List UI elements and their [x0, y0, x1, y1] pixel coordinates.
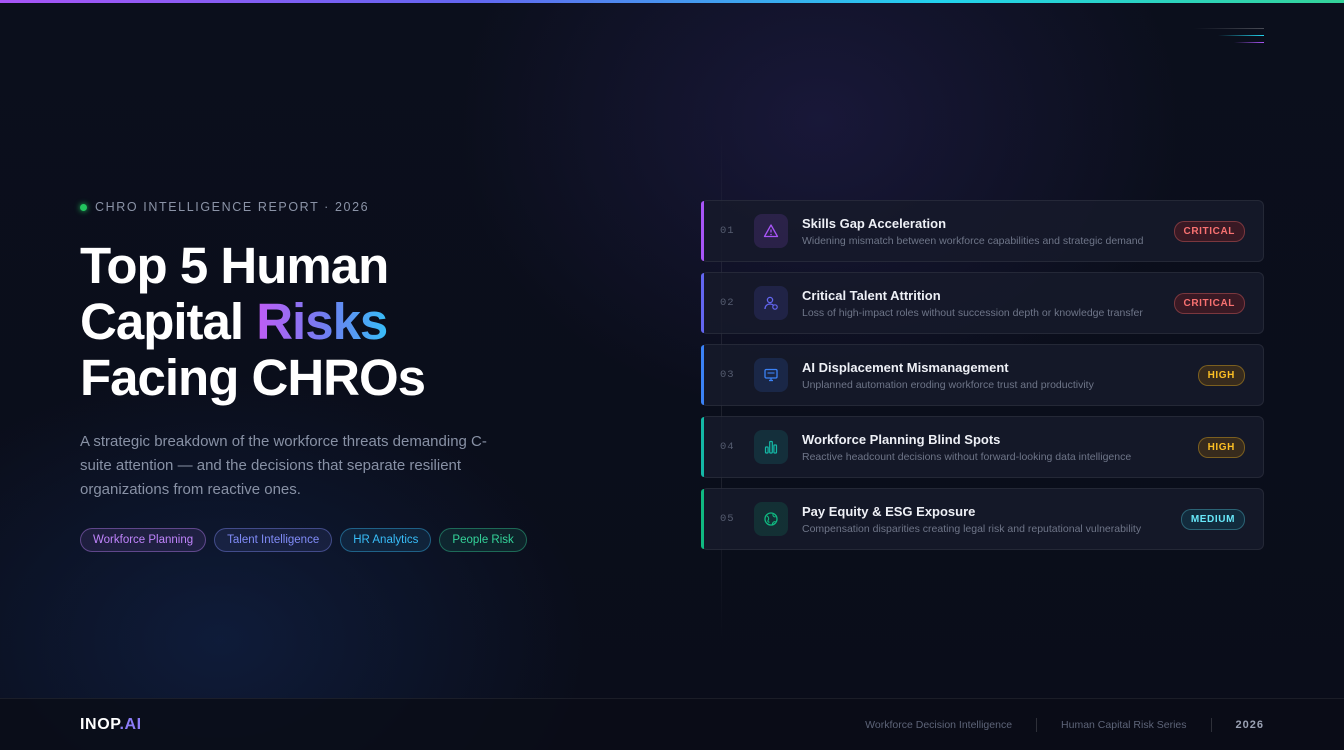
severity-badge: CRITICAL: [1173, 292, 1245, 314]
risk-description: Compensation disparities creating legal …: [802, 522, 1142, 535]
title-accent: Risks: [256, 293, 388, 350]
severity-badge: HIGH: [1197, 364, 1245, 386]
risk-item-01[interactable]: 01 Skills Gap Acceleration Widening mismat…: [701, 200, 1264, 262]
monitor-icon: [754, 358, 788, 392]
page-description: A strategic breakdown of the workforce t…: [80, 433, 487, 498]
person-exit-icon: [754, 286, 788, 320]
risk-title: Critical Talent Attrition: [802, 287, 941, 303]
brand-logo[interactable]: INOP.AI: [80, 716, 142, 734]
risk-title: Workforce Planning Blind Spots: [802, 431, 1001, 447]
risk-list: 01 Skills Gap Acceleration Widening mismat…: [701, 200, 1264, 560]
top-gradient-bar: [0, 0, 1344, 3]
risk-accent-bar: [701, 273, 704, 333]
risk-title: Skills Gap Acceleration: [802, 215, 947, 231]
title-line-1: Top 5 Human: [80, 237, 389, 294]
bar-chart-icon: [754, 430, 788, 464]
risk-accent-bar: [701, 417, 704, 477]
risk-number: 04: [720, 441, 735, 453]
risk-text: Workforce Planning Blind Spots Reactive h…: [802, 432, 1198, 463]
footer-meta: Workforce Decision Intelligence Human Ca…: [865, 717, 1264, 732]
report-eyebrow: CHRO INTELLIGENCE REPORT · 2026: [80, 200, 580, 214]
risk-text: AI Displacement Mismanagement Unplanned a…: [802, 360, 1198, 391]
risk-accent-bar: [701, 345, 704, 405]
risk-description: Loss of high-impact roles without succes…: [802, 306, 1143, 319]
risk-number: 03: [720, 369, 735, 381]
risk-title: Pay Equity & ESG Exposure: [802, 503, 976, 519]
risk-text: Critical Talent Attrition Loss of high-im…: [802, 288, 1174, 319]
footer-year: 2026: [1235, 718, 1264, 731]
risk-number: 01: [720, 225, 735, 237]
severity-badge: MEDIUM: [1180, 508, 1245, 530]
risk-item-04[interactable]: 04 Workforce Planning Blind Spots Reactive…: [701, 416, 1264, 478]
tag-hr-analytics[interactable]: HR Analytics: [340, 528, 432, 552]
risk-title: AI Displacement Mismanagement: [802, 359, 1009, 375]
hero-section: CHRO INTELLIGENCE REPORT · 2026 Top 5 Hu…: [80, 200, 580, 552]
risk-description: Reactive headcount decisions without for…: [802, 450, 1132, 463]
tag-talent-intelligence[interactable]: Talent Intelligence: [214, 528, 333, 552]
risk-text: Pay Equity & ESG Exposure Compensation di…: [802, 504, 1181, 535]
title-line-2: Capital: [80, 293, 257, 350]
risk-accent-bar: [701, 201, 704, 261]
risk-item-03[interactable]: 03 AI Displacement Mismanagement Unplanned…: [701, 344, 1264, 406]
severity-badge: HIGH: [1197, 436, 1245, 458]
footer: INOP.AI Workforce Decision Intelligence …: [0, 698, 1344, 750]
risk-description: Widening mismatch between workforce capa…: [802, 234, 1144, 247]
risk-item-02[interactable]: 02 Critical Talent Attrition Loss of high-…: [701, 272, 1264, 334]
risk-item-05[interactable]: 05 Pay Equity & ESG Exposure Compensation …: [701, 488, 1264, 550]
warning-triangle-icon: [754, 214, 788, 248]
risk-accent-bar: [701, 489, 704, 549]
tag-people-risk[interactable]: People Risk: [439, 528, 527, 552]
tag-list: Workforce Planning Talent Intelligence HR …: [80, 528, 580, 552]
eyebrow-text: CHRO INTELLIGENCE REPORT · 2026: [95, 200, 370, 214]
decorative-lines: [1194, 28, 1264, 46]
footer-item-intelligence: Workforce Decision Intelligence: [865, 718, 1013, 731]
footer-separator: [1210, 717, 1212, 732]
status-dot-icon: [80, 203, 87, 211]
globe-icon: [754, 502, 788, 536]
page-title: Top 5 Human Capital Risks Facing CHROs: [80, 238, 580, 406]
risk-number: 05: [720, 513, 735, 525]
risk-number: 02: [720, 297, 735, 309]
risk-text: Skills Gap Acceleration Widening mismatch…: [802, 216, 1174, 247]
severity-badge: CRITICAL: [1173, 220, 1245, 242]
tag-workforce-planning[interactable]: Workforce Planning: [80, 528, 207, 552]
title-line-3: Facing CHROs: [80, 349, 426, 406]
risk-description: Unplanned automation eroding workforce t…: [802, 378, 1094, 391]
footer-item-series: Human Capital Risk Series: [1061, 718, 1187, 731]
footer-separator: [1036, 717, 1038, 732]
